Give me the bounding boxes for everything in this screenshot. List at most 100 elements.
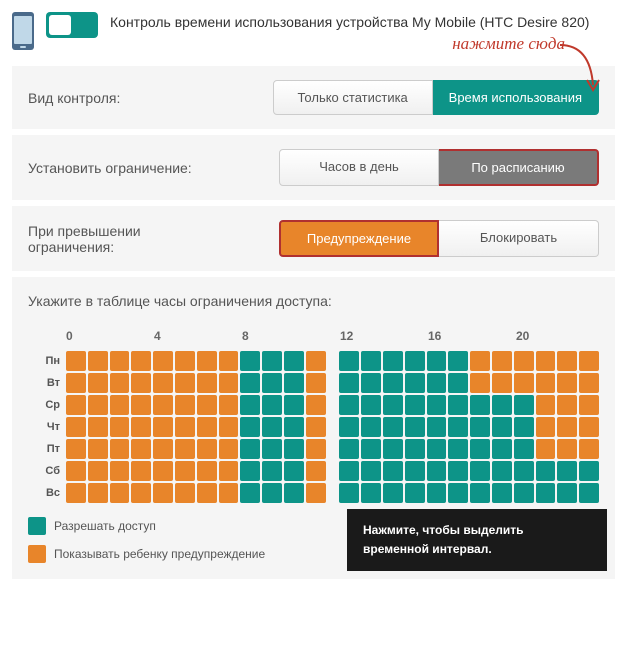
schedule-cell[interactable] <box>110 373 130 393</box>
schedule-cell[interactable] <box>262 351 282 371</box>
schedule-cell[interactable] <box>306 417 326 437</box>
schedule-cell[interactable] <box>240 483 260 503</box>
schedule-cell[interactable] <box>66 417 86 437</box>
schedule-cell[interactable] <box>131 483 151 503</box>
schedule-cell[interactable] <box>66 351 86 371</box>
schedule-cell[interactable] <box>557 351 577 371</box>
schedule-cell[interactable] <box>197 417 217 437</box>
schedule-cell[interactable] <box>383 373 403 393</box>
schedule-cell[interactable] <box>427 395 447 415</box>
schedule-cell[interactable] <box>240 439 260 459</box>
schedule-cell[interactable] <box>536 483 556 503</box>
schedule-cell[interactable] <box>448 395 468 415</box>
schedule-cell[interactable] <box>470 373 490 393</box>
schedule-cell[interactable] <box>427 351 447 371</box>
schedule-cell[interactable] <box>448 483 468 503</box>
schedule-cell[interactable] <box>219 351 239 371</box>
schedule-cell[interactable] <box>197 461 217 481</box>
schedule-cell[interactable] <box>284 439 304 459</box>
schedule-cell[interactable] <box>579 417 599 437</box>
schedule-cell[interactable] <box>284 417 304 437</box>
schedule-cell[interactable] <box>405 395 425 415</box>
master-toggle[interactable] <box>46 12 98 38</box>
schedule-cell[interactable] <box>514 395 534 415</box>
schedule-cell[interactable] <box>339 351 359 371</box>
schedule-cell[interactable] <box>383 395 403 415</box>
schedule-cell[interactable] <box>219 373 239 393</box>
schedule-cell[interactable] <box>579 483 599 503</box>
schedule-cell[interactable] <box>175 483 195 503</box>
schedule-cell[interactable] <box>88 351 108 371</box>
schedule-cell[interactable] <box>383 483 403 503</box>
schedule-cell[interactable] <box>240 351 260 371</box>
schedule-cell[interactable] <box>153 417 173 437</box>
schedule-cell[interactable] <box>88 373 108 393</box>
schedule-cell[interactable] <box>514 461 534 481</box>
schedule-cell[interactable] <box>175 417 195 437</box>
schedule-cell[interactable] <box>383 417 403 437</box>
schedule-cell[interactable] <box>536 395 556 415</box>
schedule-cell[interactable] <box>88 483 108 503</box>
schedule-cell[interactable] <box>110 395 130 415</box>
schedule-cell[interactable] <box>339 439 359 459</box>
schedule-cell[interactable] <box>306 439 326 459</box>
schedule-cell[interactable] <box>88 439 108 459</box>
schedule-cell[interactable] <box>284 483 304 503</box>
schedule-cell[interactable] <box>557 483 577 503</box>
schedule-cell[interactable] <box>361 461 381 481</box>
schedule-cell[interactable] <box>405 439 425 459</box>
schedule-cell[interactable] <box>383 351 403 371</box>
schedule-cell[interactable] <box>306 461 326 481</box>
schedule-cell[interactable] <box>557 417 577 437</box>
schedule-cell[interactable] <box>153 461 173 481</box>
schedule-cell[interactable] <box>262 373 282 393</box>
schedule-cell[interactable] <box>262 395 282 415</box>
schedule-cell[interactable] <box>361 395 381 415</box>
schedule-cell[interactable] <box>579 351 599 371</box>
schedule-cell[interactable] <box>219 395 239 415</box>
schedule-cell[interactable] <box>492 351 512 371</box>
schedule-cell[interactable] <box>579 395 599 415</box>
schedule-cell[interactable] <box>131 373 151 393</box>
schedule-cell[interactable] <box>448 461 468 481</box>
warning-button[interactable]: Предупреждение <box>279 220 439 257</box>
by-schedule-button[interactable]: По расписанию <box>439 149 599 186</box>
schedule-cell[interactable] <box>110 417 130 437</box>
schedule-cell[interactable] <box>492 395 512 415</box>
schedule-cell[interactable] <box>175 439 195 459</box>
schedule-cell[interactable] <box>131 439 151 459</box>
schedule-cell[interactable] <box>492 417 512 437</box>
schedule-cell[interactable] <box>131 395 151 415</box>
schedule-cell[interactable] <box>427 483 447 503</box>
schedule-cell[interactable] <box>427 373 447 393</box>
schedule-cell[interactable] <box>197 483 217 503</box>
schedule-cell[interactable] <box>514 417 534 437</box>
schedule-cell[interactable] <box>219 439 239 459</box>
schedule-cell[interactable] <box>197 351 217 371</box>
schedule-cell[interactable] <box>514 483 534 503</box>
schedule-cell[interactable] <box>448 417 468 437</box>
schedule-cell[interactable] <box>361 373 381 393</box>
schedule-cell[interactable] <box>262 461 282 481</box>
schedule-cell[interactable] <box>470 395 490 415</box>
schedule-cell[interactable] <box>339 461 359 481</box>
schedule-cell[interactable] <box>175 461 195 481</box>
schedule-cell[interactable] <box>470 483 490 503</box>
schedule-cell[interactable] <box>175 351 195 371</box>
schedule-cell[interactable] <box>536 417 556 437</box>
schedule-cell[interactable] <box>219 461 239 481</box>
schedule-cell[interactable] <box>306 395 326 415</box>
schedule-cell[interactable] <box>153 483 173 503</box>
schedule-cell[interactable] <box>405 373 425 393</box>
schedule-cell[interactable] <box>284 373 304 393</box>
schedule-cell[interactable] <box>153 373 173 393</box>
schedule-cell[interactable] <box>536 351 556 371</box>
schedule-cell[interactable] <box>470 439 490 459</box>
schedule-cell[interactable] <box>262 483 282 503</box>
schedule-cell[interactable] <box>66 461 86 481</box>
schedule-cell[interactable] <box>514 439 534 459</box>
schedule-cell[interactable] <box>579 461 599 481</box>
schedule-cell[interactable] <box>131 351 151 371</box>
schedule-cell[interactable] <box>284 461 304 481</box>
schedule-cell[interactable] <box>492 439 512 459</box>
